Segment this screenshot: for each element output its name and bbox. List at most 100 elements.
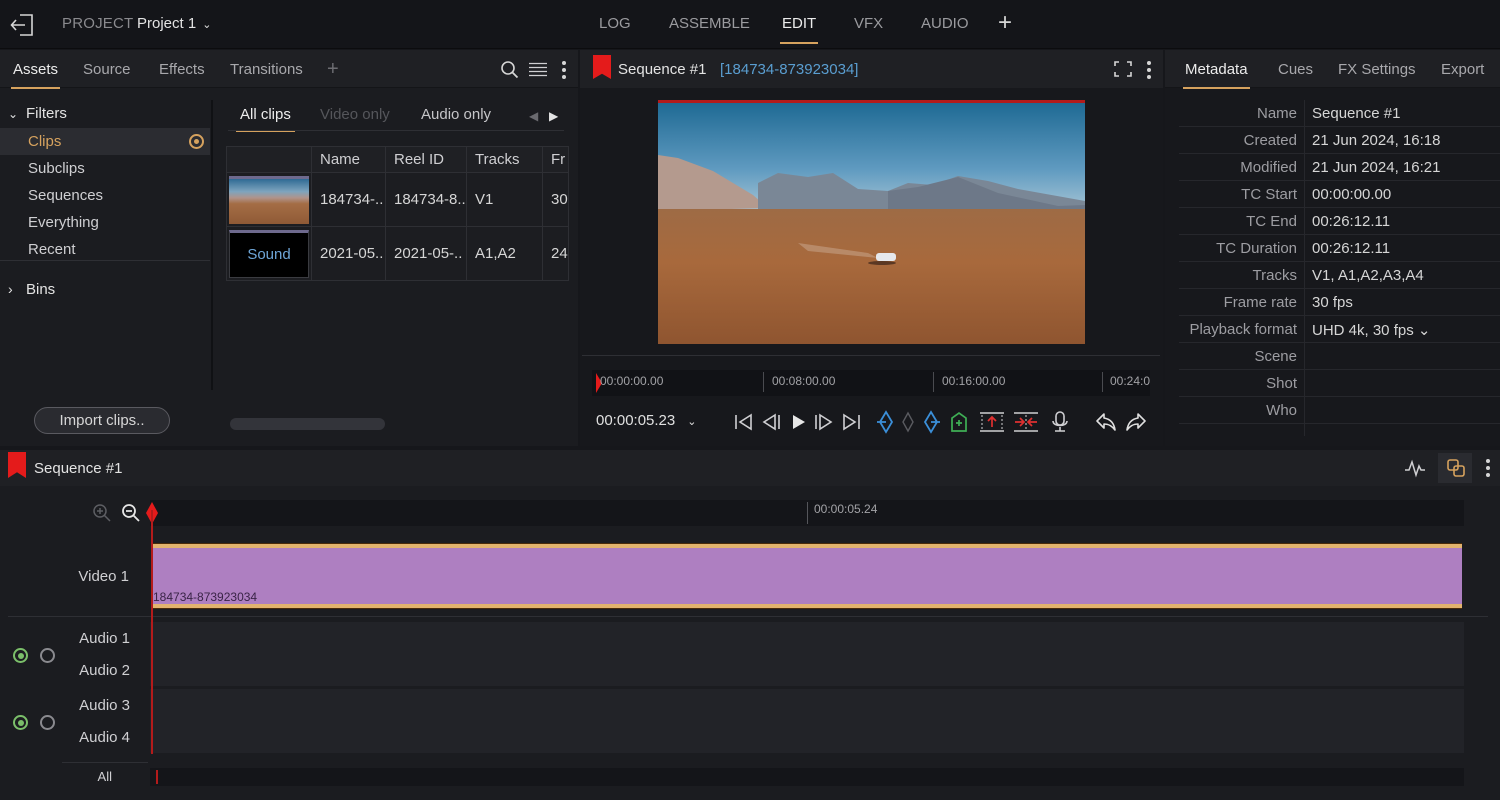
filter-recent[interactable]: Recent (0, 236, 210, 263)
divider (8, 616, 1488, 617)
tab-fx-settings[interactable]: FX Settings (1338, 61, 1416, 78)
timeline-video-clip[interactable]: 184734-873923034 (152, 544, 1462, 608)
mode-tab-edit[interactable]: EDIT (779, 15, 819, 44)
metadata-row[interactable]: Playback format UHD 4k, 30 fps ⌄ (1179, 316, 1500, 343)
step-back-icon[interactable] (759, 410, 783, 434)
filter-sequences[interactable]: Sequences (0, 182, 210, 209)
undo-icon[interactable] (1094, 410, 1118, 434)
clip-tab-all[interactable]: All clips (236, 106, 295, 132)
mode-tab-assemble[interactable]: ASSEMBLE (669, 15, 750, 32)
metadata-row[interactable]: Who (1179, 397, 1500, 424)
project-selector[interactable]: Project 1 ⌄ (137, 15, 211, 32)
zoom-in-icon[interactable] (92, 503, 112, 523)
add-mode-button[interactable]: + (998, 9, 1012, 37)
lift-icon[interactable] (979, 410, 1005, 434)
filter-clips[interactable]: Clips (0, 128, 210, 155)
scroll-right-icon[interactable]: ▶ (549, 109, 558, 123)
clip-table: Name Reel ID Tracks Fr 184734-.. 184734-… (226, 146, 569, 281)
all-tracks-bar[interactable] (150, 768, 1464, 786)
viewer-time-ruler[interactable]: 00:00:00.00 00:08:00.00 00:16:00.00 00:2… (592, 370, 1150, 396)
audio-1-2-enable-toggle[interactable] (13, 648, 28, 663)
more-options-icon[interactable] (1146, 60, 1152, 80)
horizontal-scrollbar[interactable] (230, 418, 385, 430)
linked-icon (1447, 459, 1465, 477)
video-preview[interactable] (658, 100, 1085, 344)
more-options-icon[interactable] (1485, 458, 1491, 478)
list-view-icon[interactable] (529, 62, 547, 77)
tab-export[interactable]: Export (1441, 61, 1484, 78)
link-clips-toggle[interactable] (1438, 453, 1472, 483)
audio-3-4-enable-toggle[interactable] (13, 715, 28, 730)
microphone-icon[interactable] (1048, 410, 1072, 434)
filter-subclips[interactable]: Subclips (0, 155, 210, 182)
mode-tab-vfx[interactable]: VFX (854, 15, 883, 32)
clip-tracks: V1 (466, 172, 543, 227)
ruler-tick (807, 502, 808, 524)
more-options-icon[interactable] (561, 60, 567, 80)
mode-tab-log[interactable]: LOG (599, 15, 631, 32)
top-bar: PROJECT Project 1 ⌄ LOG ASSEMBLE EDIT VFX… (0, 0, 1500, 49)
scroll-left-icon[interactable]: ◀ (529, 109, 538, 123)
column-header-reel-id[interactable]: Reel ID (385, 146, 467, 173)
panel-divider[interactable] (211, 100, 213, 390)
zoom-out-icon[interactable] (121, 503, 141, 523)
clip-tab-audio[interactable]: Audio only (421, 106, 491, 123)
viewer-panel: Sequence #1 [184734-873923034] 00:00:00.… (580, 50, 1163, 446)
audio-track-3-4[interactable] (150, 689, 1464, 753)
audio-3-4-solo-toggle[interactable] (40, 715, 55, 730)
column-header-frame-rate[interactable]: Fr (542, 146, 569, 173)
go-to-end-icon[interactable] (839, 410, 863, 434)
audio-track-1-2[interactable] (150, 622, 1464, 686)
mark-in-icon[interactable] (874, 410, 898, 434)
redo-icon[interactable] (1124, 410, 1148, 434)
metadata-panel: Metadata Cues FX Settings Export Name Seq… (1165, 50, 1500, 446)
mark-clip-icon[interactable] (896, 410, 920, 434)
search-icon[interactable] (500, 60, 519, 79)
fullscreen-icon[interactable] (1114, 61, 1132, 77)
waveform-icon[interactable] (1404, 458, 1426, 478)
clip-tracks: A1,A2 (466, 226, 543, 281)
timeline-title: Sequence #1 (34, 460, 123, 477)
metadata-key: Frame rate (1223, 294, 1297, 311)
step-forward-icon[interactable] (812, 410, 836, 434)
go-to-start-icon[interactable] (732, 410, 756, 434)
ruler-label: 00:00:00.00 (600, 374, 664, 388)
filter-everything[interactable]: Everything (0, 209, 210, 236)
filters-toggle[interactable]: ⌄ Filters (8, 105, 67, 122)
metadata-value[interactable]: UHD 4k, 30 fps ⌄ (1312, 321, 1430, 339)
table-row[interactable]: 184734-.. 184734-8.. V1 30 (226, 172, 569, 227)
playhead-line[interactable] (151, 510, 153, 754)
column-header-tracks[interactable]: Tracks (466, 146, 543, 173)
metadata-row[interactable]: Shot (1179, 370, 1500, 397)
timecode-selector[interactable]: 00:00:05.23 ⌄ (596, 412, 696, 429)
add-marker-icon[interactable] (947, 410, 971, 434)
metadata-row[interactable]: Scene (1179, 343, 1500, 370)
tab-effects[interactable]: Effects (159, 61, 205, 78)
clip-name: 2021-05.. (311, 226, 386, 281)
mode-tab-audio[interactable]: AUDIO (921, 15, 969, 32)
tab-metadata[interactable]: Metadata (1183, 61, 1250, 89)
metadata-value: 00:26:12.11 (1312, 240, 1391, 257)
add-tab-button[interactable]: + (327, 58, 339, 81)
audio-1-2-solo-toggle[interactable] (40, 648, 55, 663)
tab-cues[interactable]: Cues (1278, 61, 1313, 78)
tab-assets[interactable]: Assets (10, 61, 61, 89)
bins-toggle[interactable]: › Bins (8, 281, 55, 298)
import-clips-button[interactable]: Import clips.. (34, 407, 170, 434)
clip-tab-video: Video only (320, 106, 390, 123)
mark-out-icon[interactable] (919, 410, 943, 434)
exit-project-button[interactable] (8, 12, 36, 38)
ruler-tick (763, 372, 764, 392)
exit-icon (10, 14, 33, 36)
column-header-name[interactable]: Name (311, 146, 386, 173)
chevron-right-icon: › (8, 281, 13, 297)
metadata-key: Shot (1266, 375, 1297, 392)
play-icon[interactable] (786, 410, 810, 434)
tab-transitions[interactable]: Transitions (230, 61, 303, 78)
timeline-ruler[interactable]: 00:00:05.24 (150, 500, 1464, 526)
clip-name: 184734-.. (311, 172, 386, 227)
extract-icon[interactable] (1013, 410, 1039, 434)
table-row[interactable]: Sound 2021-05.. 2021-05-.. A1,A2 24 (226, 226, 569, 281)
ruler-tick (933, 372, 934, 392)
tab-source[interactable]: Source (83, 61, 131, 78)
